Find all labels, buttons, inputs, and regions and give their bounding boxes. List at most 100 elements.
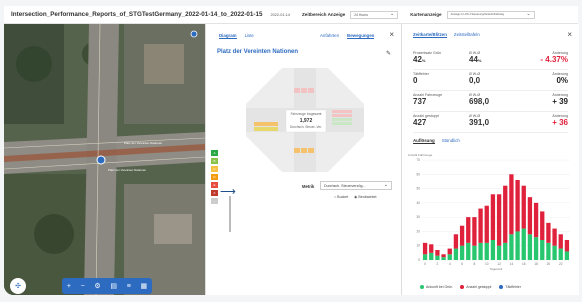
x-tick-label: 0 (424, 262, 426, 266)
kpi-table: Prozentsatz Grün 42% Ø W-Ø 44% Änderung - 4.3… (413, 51, 568, 135)
bar-green (496, 245, 502, 260)
kpi-avg-value: 0,0 (469, 76, 481, 85)
settings-icon[interactable]: ⚙ (94, 282, 100, 290)
bar-red (447, 248, 452, 255)
bar-green (540, 240, 545, 260)
bar-red (459, 225, 465, 246)
map-display-select[interactable]: Anzeige in LOS 4 Steuerung/Verkehr/Fahrw… (446, 10, 535, 19)
y-tick-label: 40 (416, 201, 420, 205)
bar-green (429, 252, 434, 260)
tab-timechart[interactable]: Zeitkarte/Blitzen (413, 32, 447, 38)
radio-bucket-label: Bucket (337, 195, 349, 199)
radio-observed-label: Beobachtet (358, 195, 377, 199)
kpi-row: Prozentsatz Grün 42% Ø W-Ø 44% Änderung - 4.3… (413, 51, 568, 70)
metric-select[interactable]: Durchsch. Steuerverzög... ⌄ (320, 181, 392, 190)
zoom-in-icon[interactable]: + (67, 283, 71, 290)
bar-green (558, 248, 563, 260)
kpi-value: 737 (413, 97, 427, 106)
map-image: Platz der Vereinten Nationen Platz der V… (4, 24, 205, 295)
x-tick-label: 20 (547, 262, 551, 266)
kpi-chg-value: + 36 (552, 118, 568, 127)
layers-icon[interactable]: ▤ (110, 282, 117, 290)
bar-red (453, 234, 459, 249)
tab-anfahrten[interactable]: Anfahrten (320, 33, 339, 39)
intersection-diagram: Fahrzeuge Insgesamt 1,972 Durchsch. Steu… (246, 68, 364, 172)
app-window: Intersection_Performance_Reports_of_STGT… (0, 0, 582, 302)
bar-red (490, 194, 496, 240)
kpi-avg-value: 391,0 (469, 118, 490, 127)
list-icon[interactable]: ≡ (127, 283, 131, 290)
close-icon[interactable]: × (389, 30, 394, 39)
kpi-chg-value: + 39 (552, 97, 568, 106)
y-tick-label: 10 (416, 244, 420, 248)
kpi-row: Anzahl Fahrzeuge 737 Ø W-Ø 698,0 Änderung + 3… (413, 93, 568, 112)
metric-value: Durchsch. Steuerverzög... (324, 183, 366, 188)
map-toolbar: + − ⚙ ▤ ≡ ▦ (62, 278, 152, 294)
svg-text:Platz der Vereinten Nationen: Platz der Vereinten Nationen (124, 141, 163, 145)
x-tick-label: 12 (497, 262, 501, 266)
vertical-slider[interactable] (229, 196, 231, 232)
stats-panel: Zeitkarte/Blitzen Zeitstelltafeln × Proz… (401, 24, 579, 295)
bar-green (435, 255, 440, 260)
time-range-value: 24 Hours (354, 12, 368, 17)
calendar-icon[interactable]: ▦ (140, 282, 147, 290)
x-tick-label: 8 (474, 262, 476, 266)
los-c: C (211, 166, 218, 172)
bar-green (521, 228, 526, 260)
tab-resolution[interactable]: Auflösung (413, 138, 435, 144)
bar-red (422, 242, 428, 255)
x-tick-label: 14 (510, 262, 514, 266)
svg-text:Platz der Vereinten Nationen: Platz der Vereinten Nationen (108, 168, 147, 172)
y-tick-label: 50 (416, 187, 420, 191)
x-axis-label: Tageszeit (490, 267, 503, 271)
legend-green: Ankunft bei Grün (420, 285, 452, 290)
edit-icon[interactable]: ✎ (386, 50, 391, 57)
satellite-map[interactable]: Platz der Vereinten Nationen Platz der V… (4, 24, 205, 295)
kpi-average: Ø W-Ø 698,0 (469, 93, 519, 111)
bar-green (515, 231, 520, 260)
bar-red (472, 217, 477, 246)
tab-diagram[interactable]: Diagram (219, 33, 237, 39)
bar-red (521, 185, 526, 229)
legend-red: Anzahl gestoppt (460, 285, 491, 290)
locate-icon[interactable]: ✣ (10, 278, 26, 294)
tab-bewegungen[interactable]: Bewegungen (347, 33, 375, 39)
close-icon[interactable]: × (567, 30, 572, 39)
x-tick-label: 18 (534, 262, 538, 266)
time-range-label: Zeitbereich Anzeige (301, 12, 346, 17)
bar-green (503, 242, 508, 260)
bar-red (503, 185, 508, 243)
kpi-row: Täkffehler 0 Ø W-Ø 0,0 Änderung 0% (413, 72, 568, 91)
kpi-average: Ø W-Ø 0,0 (469, 72, 519, 90)
zoom-out-icon[interactable]: − (81, 283, 85, 290)
tab-hourly[interactable]: Stündlich (442, 138, 460, 144)
kpi-average: Ø W-Ø 391,0 (469, 114, 519, 132)
radio-observed[interactable]: ◉ Beobachtet (354, 195, 376, 199)
bar-red (558, 234, 563, 249)
radio-bucket[interactable]: ○ Bucket (334, 195, 348, 199)
chevron-down-icon: ⌄ (526, 11, 531, 17)
bar-green (472, 245, 477, 260)
tab-list[interactable]: Liste (245, 33, 254, 39)
x-tick-label: 10 (485, 262, 489, 266)
kpi-change: Änderung + 39 (523, 93, 568, 111)
kpi-row: Anzahl gestoppt 427 Ø W-Ø 391,0 Änderung + 36 (413, 114, 568, 133)
bar-red (478, 208, 483, 243)
kpi-avg-value: 698,0 (469, 97, 490, 106)
bar-green (546, 242, 551, 260)
time-range-select[interactable]: 24 Hours ⌄ (350, 10, 399, 19)
kpi-current: Anzahl Fahrzeuge 737 (413, 93, 465, 111)
bar-green (459, 245, 465, 260)
chevron-down-icon: ⌄ (383, 182, 388, 188)
kpi-average: Ø W-Ø 44% (469, 51, 519, 69)
report-date: 2022-01-14 (270, 12, 290, 17)
bar-green (466, 242, 471, 260)
bar-red (533, 202, 539, 238)
hourly-bar-chart: Anzahl Fahrzeuge 0 10 20 30 40 50 60 70 0 2 4 6 8 10 12… (408, 153, 570, 271)
bar-green (533, 237, 539, 260)
tab-timetables[interactable]: Zeitstelltafeln (454, 32, 480, 38)
kpi-value: 42% (413, 55, 426, 64)
x-tick-label: 4 (449, 262, 451, 266)
los-e: E (211, 182, 218, 188)
kpi-current: Prozentsatz Grün 42% (413, 51, 465, 69)
